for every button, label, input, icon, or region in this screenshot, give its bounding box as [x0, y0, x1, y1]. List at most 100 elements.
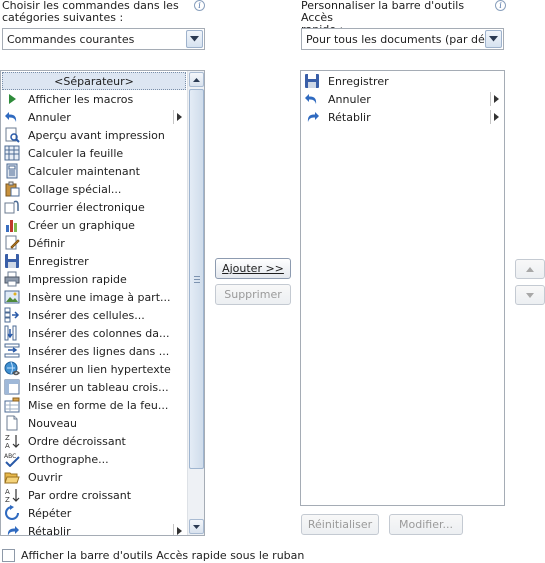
format-sheet-icon	[4, 397, 20, 413]
open-folder-icon	[4, 469, 20, 485]
command-item[interactable]: Impression rapide	[2, 270, 186, 288]
command-item-label: Annuler	[28, 110, 71, 124]
command-item-label: Mise en forme de la feu...	[28, 398, 169, 412]
toolbar-item[interactable]: Rétablir	[302, 108, 503, 126]
command-item[interactable]: Courrier électronique	[2, 198, 186, 216]
calculator-icon	[4, 163, 20, 179]
show-below-ribbon-checkbox[interactable]	[2, 549, 15, 562]
sort-ascending-icon: AZ	[4, 487, 20, 503]
svg-text:Z: Z	[5, 496, 10, 503]
scroll-thumb[interactable]	[189, 89, 204, 469]
info-icon[interactable]: i	[495, 0, 506, 11]
command-item-label: Rétablir	[28, 524, 71, 536]
command-item[interactable]: Ouvrir	[2, 468, 186, 486]
commands-category-value: Commandes courantes	[7, 32, 135, 46]
svg-text:A: A	[5, 488, 10, 496]
command-item[interactable]: Créer un graphique	[2, 216, 186, 234]
info-icon[interactable]: i	[194, 0, 205, 11]
submenu-arrow-icon[interactable]	[177, 527, 182, 535]
customize-toolbar-label-line1: Personnaliser la barre d'outils Accès	[301, 0, 465, 24]
command-item[interactable]: Insère une image à part...	[2, 288, 186, 306]
spelling-icon: ABC	[4, 451, 20, 467]
command-item[interactable]: Insérer des lignes dans ...	[2, 342, 186, 360]
remove-button-label: Supprimer	[224, 288, 282, 301]
chevron-down-icon[interactable]	[485, 30, 502, 48]
command-item-label: Aperçu avant impression	[28, 128, 165, 142]
add-button[interactable]: Ajouter >>	[215, 258, 291, 279]
scroll-up-button[interactable]	[189, 72, 204, 87]
modify-button-label: Modifier...	[399, 518, 453, 531]
document-scope-combo[interactable]: Pour tous les documents (par dé...	[301, 28, 504, 50]
command-item[interactable]: Insérer des cellules...	[2, 306, 186, 324]
command-item[interactable]: Définir	[2, 234, 186, 252]
scroll-down-button[interactable]	[189, 519, 204, 534]
play-triangle-icon	[4, 91, 20, 107]
move-up-button[interactable]	[515, 259, 545, 279]
commands-category-combo[interactable]: Commandes courantes	[2, 28, 205, 50]
command-item-label: Orthographe...	[28, 452, 109, 466]
command-item[interactable]: Enregistrer	[2, 252, 186, 270]
toolbar-item[interactable]: Annuler	[302, 90, 503, 108]
reset-button[interactable]: Réinitialiser	[301, 514, 379, 535]
chevron-down-icon[interactable]	[186, 30, 203, 48]
command-item-label: Insérer un lien hypertexte	[28, 362, 171, 376]
toolbar-item[interactable]: Enregistrer	[302, 72, 503, 90]
command-item[interactable]: Aperçu avant impression	[2, 126, 186, 144]
command-item[interactable]: Calculer maintenant	[2, 162, 186, 180]
toolbar-item-label: Annuler	[328, 92, 371, 106]
show-below-ribbon-option[interactable]: Afficher la barre d'outils Accès rapide …	[2, 549, 304, 562]
commands-list[interactable]: <Séparateur> Afficher les macros Annuler Ap…	[0, 70, 205, 536]
command-item[interactable]: Insérer un lien hypertexte	[2, 360, 186, 378]
command-item[interactable]: Nouveau	[2, 414, 186, 432]
command-item-label: Par ordre croissant	[28, 488, 132, 502]
command-item[interactable]: Collage spécial...	[2, 180, 186, 198]
toolbar-item-label: Rétablir	[328, 110, 371, 124]
command-item[interactable]: Répéter	[2, 504, 186, 522]
toolbar-item-label: Enregistrer	[328, 74, 389, 88]
undo-icon	[4, 109, 20, 125]
command-item-label: Ouvrir	[28, 470, 63, 484]
email-icon	[4, 199, 20, 215]
command-item-label: Afficher les macros	[28, 92, 134, 106]
command-item-label: <Séparateur>	[54, 74, 134, 88]
calculator-sheet-icon	[4, 145, 20, 161]
command-item[interactable]: Insérer des colonnes da...	[2, 324, 186, 342]
command-item-label: Courrier électronique	[28, 200, 145, 214]
modify-button[interactable]: Modifier...	[389, 514, 463, 535]
add-button-label: Ajouter >>	[222, 262, 284, 275]
paste-special-icon	[4, 181, 20, 197]
commands-list-rows: <Séparateur> Afficher les macros Annuler Ap…	[2, 72, 186, 536]
command-item[interactable]: Insérer un tableau crois...	[2, 378, 186, 396]
submenu-arrow-icon[interactable]	[494, 113, 499, 121]
command-item[interactable]: Z A Ordre décroissant	[2, 432, 186, 450]
commands-list-scrollbar[interactable]	[187, 71, 204, 535]
separator-item[interactable]: <Séparateur>	[2, 72, 186, 90]
command-item[interactable]: A Z Par ordre croissant	[2, 486, 186, 504]
command-item[interactable]: Calculer la feuille	[2, 144, 186, 162]
command-item[interactable]: Annuler	[2, 108, 186, 126]
submenu-arrow-icon[interactable]	[494, 95, 499, 103]
submenu-divider	[490, 110, 491, 124]
quick-access-list[interactable]: Enregistrer Annuler Rétablir	[300, 70, 505, 506]
undo-icon	[304, 91, 320, 107]
commands-category-label-line2: catégories suivantes :	[2, 11, 124, 24]
command-item-label: Définir	[28, 236, 65, 250]
command-item[interactable]: Rétablir	[2, 522, 186, 536]
show-below-ribbon-label: Afficher la barre d'outils Accès rapide …	[21, 549, 305, 562]
submenu-arrow-icon[interactable]	[177, 113, 182, 121]
command-item[interactable]: ABC Orthographe...	[2, 450, 186, 468]
move-down-button[interactable]	[515, 285, 545, 305]
svg-text:ABC: ABC	[4, 453, 16, 460]
redo-icon	[304, 109, 320, 125]
svg-text:A: A	[5, 442, 10, 449]
submenu-divider	[173, 524, 174, 535]
command-item-label: Insérer des cellules...	[28, 308, 145, 322]
command-item[interactable]: Afficher les macros	[2, 90, 186, 108]
pivot-table-icon	[4, 379, 20, 395]
remove-button[interactable]: Supprimer	[215, 284, 291, 305]
define-name-icon	[4, 235, 20, 251]
chevron-up-icon	[193, 77, 200, 82]
quick-print-icon	[4, 271, 20, 287]
command-item-label: Ordre décroissant	[28, 434, 126, 448]
command-item[interactable]: Mise en forme de la feu...	[2, 396, 186, 414]
